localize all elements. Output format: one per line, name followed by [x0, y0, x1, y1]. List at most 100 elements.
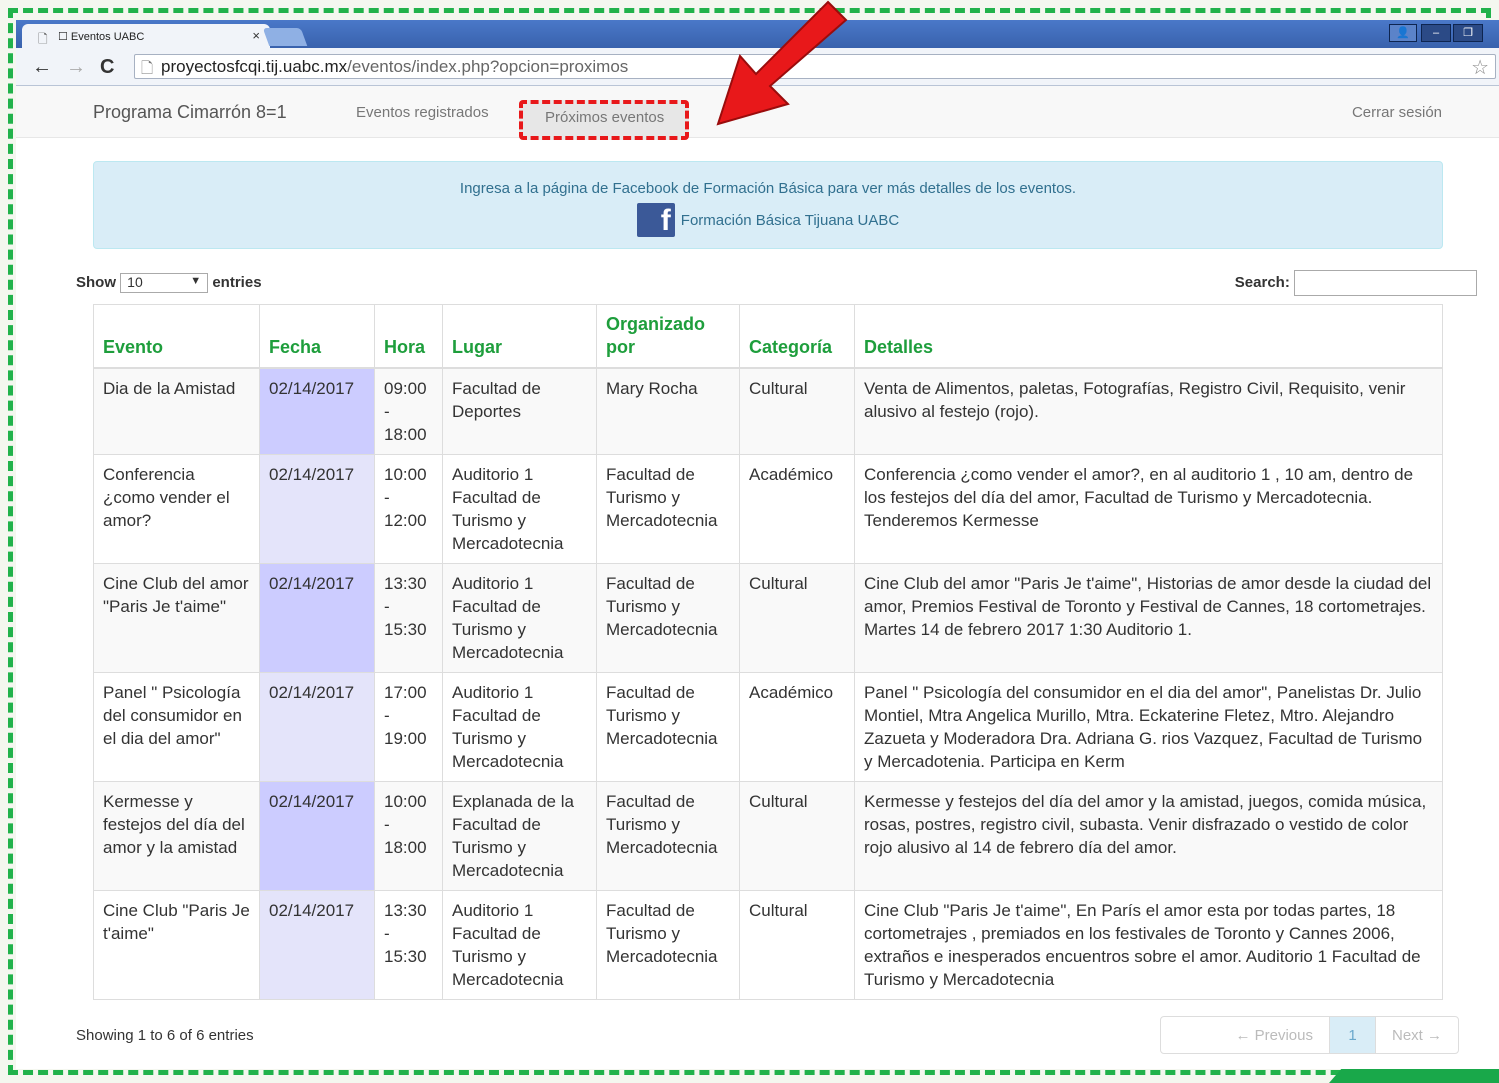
hora-fin: 15:30: [384, 947, 427, 966]
hora-separator: -: [384, 706, 390, 725]
hora-fin: 18:00: [384, 838, 427, 857]
hora-separator: -: [384, 488, 390, 507]
nav-eventos-registrados[interactable]: Eventos registrados: [356, 104, 489, 121]
column-header-fecha[interactable]: Fecha: [259, 304, 375, 369]
table-header-row: Evento Fecha Hora Lugar Organizado por C…: [93, 304, 1443, 369]
reload-icon[interactable]: C: [100, 56, 114, 79]
nav-proximos-eventos[interactable]: Próximos eventos: [519, 100, 689, 140]
events-table: Evento Fecha Hora Lugar Organizado por C…: [93, 304, 1443, 1000]
search-label: Search:: [1234, 273, 1290, 291]
cell-fecha: 02/14/2017: [259, 454, 375, 564]
hora-inicio: 09:00: [384, 379, 427, 398]
cell-fecha: 02/14/2017: [259, 672, 375, 782]
search-input[interactable]: [1294, 270, 1477, 296]
hora-inicio: 10:00: [384, 465, 427, 484]
forward-icon[interactable]: →: [66, 56, 86, 79]
page-icon: 🗋: [141, 60, 154, 77]
hora-separator: -: [384, 402, 390, 421]
cell-fecha: 02/14/2017: [259, 367, 375, 455]
table-row: Panel " Psicología del consumidor en el …: [93, 672, 1443, 782]
hora-separator: -: [384, 815, 390, 834]
cell-lugar: Explanada de la Facultad de Turismo y Me…: [442, 781, 597, 891]
url-path: /eventos/index.php?opcion=proximos: [347, 57, 629, 76]
cell-detalles: Cine Club del amor "Paris Je t'aime", Hi…: [854, 563, 1443, 673]
cell-detalles: Conferencia ¿como vender el amor?, en al…: [854, 454, 1443, 564]
cell-categoria: Cultural: [739, 563, 855, 673]
cell-lugar: Facultad de Deportes: [442, 367, 597, 455]
entries-select[interactable]: 10 ▼: [120, 273, 209, 293]
bookmark-star-icon[interactable]: ☆: [1471, 55, 1489, 80]
cell-lugar: Auditorio 1 Facultad de Turismo y Mercad…: [442, 672, 597, 782]
cell-detalles: Kermesse y festejos del día del amor y l…: [854, 781, 1443, 891]
cell-evento: Panel " Psicología del consumidor en el …: [93, 672, 260, 782]
tab-close-icon[interactable]: ×: [252, 28, 260, 43]
pagination: ← Previous 1 Next →: [1160, 1016, 1460, 1054]
cell-organizado: Facultad de Turismo y Mercadotecnia: [596, 672, 740, 782]
hora-inicio: 13:30: [384, 901, 427, 920]
hora-separator: -: [384, 924, 390, 943]
cell-evento: Cine Club del amor "Paris Je t'aime": [93, 563, 260, 673]
column-header-detalles[interactable]: Detalles: [854, 304, 1443, 369]
facebook-icon[interactable]: f: [636, 203, 675, 237]
browser-tab[interactable]: 🗋 ☐ Eventos UABC ×: [22, 24, 270, 48]
cell-lugar: Auditorio 1 Facultad de Turismo y Mercad…: [442, 454, 597, 564]
previous-button[interactable]: ← Previous: [1161, 1017, 1329, 1053]
cell-hora: 13:30 - 15:30: [374, 890, 443, 1000]
page-1-button[interactable]: 1: [1329, 1017, 1375, 1053]
show-label: Show: [76, 273, 116, 291]
table-row: Dia de la Amistad 02/14/2017 09:00 - 18:00 Fa…: [93, 367, 1443, 455]
browser-window: 🗋 ☐ Eventos UABC × 👤 – ❐ ← → C 🗋 proyect…: [16, 20, 1499, 1069]
back-icon[interactable]: ←: [32, 56, 52, 79]
address-toolbar: ← → C 🗋 proyectosfcqi.tij.uabc.mx/evento…: [16, 48, 1499, 86]
column-header-lugar[interactable]: Lugar: [442, 304, 597, 369]
table-info: Showing 1 to 6 of 6 entries: [76, 1027, 254, 1044]
cell-fecha: 02/14/2017: [259, 890, 375, 1000]
cell-fecha: 02/14/2017: [259, 563, 375, 673]
hora-inicio: 13:30: [384, 574, 427, 593]
cell-detalles: Cine Club "Paris Je t'aime", En París el…: [854, 890, 1443, 1000]
alert-message: Ingresa a la página de Facebook de Forma…: [459, 180, 1077, 197]
chevron-down-icon: ▼: [190, 275, 202, 287]
new-tab-button[interactable]: [262, 28, 308, 46]
column-header-organizado[interactable]: Organizado por: [596, 304, 740, 369]
cell-categoria: Académico: [739, 454, 855, 564]
cell-detalles: Panel " Psicología del consumidor en el …: [854, 672, 1443, 782]
nav-cerrar-sesion[interactable]: Cerrar sesión: [1352, 104, 1442, 121]
minimize-icon[interactable]: –: [1421, 24, 1451, 42]
table-row: Kermesse y festejos del día del amor y l…: [93, 781, 1443, 891]
cell-organizado: Facultad de Turismo y Mercadotecnia: [596, 890, 740, 1000]
hora-fin: 12:00: [384, 511, 427, 530]
cell-categoria: Cultural: [739, 781, 855, 891]
tab-strip: 🗋 ☐ Eventos UABC × 👤 – ❐: [16, 20, 1499, 48]
url-bar[interactable]: 🗋 proyectosfcqi.tij.uabc.mx/eventos/inde…: [134, 54, 1496, 79]
restore-icon[interactable]: ❐: [1453, 24, 1483, 42]
profile-icon[interactable]: 👤: [1389, 24, 1417, 42]
cell-evento: Conferencia ¿como vender el amor?: [93, 454, 260, 564]
cell-organizado: Facultad de Turismo y Mercadotecnia: [596, 781, 740, 891]
cell-hora: 17:00 - 19:00: [374, 672, 443, 782]
facebook-link[interactable]: Formación Básica Tijuana UABC: [681, 212, 899, 229]
cell-fecha: 02/14/2017: [259, 781, 375, 891]
url-domain: proyectosfcqi.tij.uabc.mx: [161, 57, 348, 76]
cell-evento: Dia de la Amistad: [93, 367, 260, 455]
cell-categoria: Académico: [739, 672, 855, 782]
column-header-hora[interactable]: Hora: [374, 304, 443, 369]
search-control: Search:: [1235, 270, 1477, 296]
cell-organizado: Facultad de Turismo y Mercadotecnia: [596, 563, 740, 673]
column-header-evento[interactable]: Evento: [93, 304, 260, 369]
cell-evento: Kermesse y festejos del día del amor y l…: [93, 781, 260, 891]
cell-evento: Cine Club "Paris Je t'aime": [93, 890, 260, 1000]
info-alert: Ingresa a la página de Facebook de Forma…: [93, 161, 1443, 249]
table-row: Cine Club del amor "Paris Je t'aime" 02/1…: [93, 563, 1443, 673]
cell-organizado: Facultad de Turismo y Mercadotecnia: [596, 454, 740, 564]
cell-categoria: Cultural: [739, 890, 855, 1000]
next-button[interactable]: Next →: [1375, 1017, 1458, 1053]
cell-lugar: Auditorio 1 Facultad de Turismo y Mercad…: [442, 890, 597, 1000]
brand[interactable]: Programa Cimarrón 8=1: [93, 102, 287, 123]
cell-categoria: Cultural: [739, 367, 855, 455]
hora-fin: 18:00: [384, 425, 427, 444]
column-header-categoria[interactable]: Categoría: [739, 304, 855, 369]
tab-title: ☐ Eventos UABC: [58, 31, 145, 43]
navbar: Programa Cimarrón 8=1 Eventos registrado…: [16, 86, 1499, 140]
entries-select-value: 10: [127, 274, 143, 290]
